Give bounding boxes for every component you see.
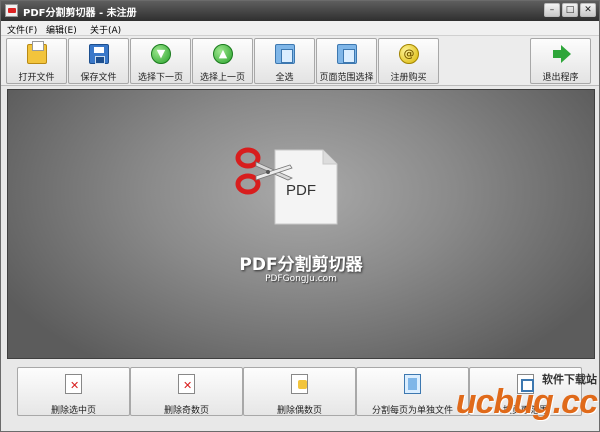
open-file-button[interactable]: 打开文件 [6,38,67,84]
site-watermark: 软件下载站 ucbug.cc [437,371,598,429]
menu-file[interactable]: 文件(F) [7,23,37,36]
save-file-button[interactable]: 保存文件 [68,38,129,84]
page-range-icon [337,44,357,64]
select-next-page-label: 选择下一页 [137,73,183,83]
menu-about[interactable]: 关于(A) [90,23,121,36]
brand-title: PDF分割剪切器 [239,255,363,275]
select-prev-page-label: 选择上一页 [199,73,245,83]
save-file-label: 保存文件 [80,73,117,83]
menu-bar: 文件(F) 编辑(E) 关于(A) [1,21,599,36]
exit-program-label: 退出程序 [542,73,579,83]
select-prev-page-button[interactable]: ▲ 选择上一页 [192,38,253,84]
toolbar: 打开文件 保存文件 ▼ 选择下一页 ▲ 选择上一页 全选 页面范围选择 @ 注册… [1,36,599,86]
page-range-select-button[interactable]: 页面范围选择 [316,38,377,84]
arrow-up-icon: ▲ [213,44,233,64]
select-next-page-button[interactable]: ▼ 选择下一页 [130,38,191,84]
select-all-label: 全选 [275,73,294,83]
delete-odd-pages-button[interactable]: 删除奇数页 [130,367,243,416]
brand-subtitle: PDFGongJu.com [265,274,337,284]
delete-odd-pages-icon [178,374,195,394]
title-bar[interactable]: PDF分割剪切器 - 未注册 – □ ✕ [1,1,599,21]
folder-open-icon [27,41,47,64]
open-file-label: 打开文件 [18,73,55,83]
register-buy-label: 注册购买 [390,73,427,83]
delete-even-pages-button[interactable]: 删除偶数页 [243,367,356,416]
document-view-area[interactable]: PDF PDF分割剪切器 PDFGongJu.com [7,89,595,359]
pdf-app-icon [5,4,18,17]
window-title: PDF分割剪切器 - 未注册 [23,8,137,19]
menu-edit[interactable]: 编辑(E) [46,23,77,36]
delete-odd-pages-label: 删除奇数页 [163,406,209,416]
delete-selected-page-button[interactable]: 删除选中页 [17,367,130,416]
exit-arrow-icon [551,44,571,64]
scissors-icon [235,147,293,195]
delete-page-icon [65,374,82,394]
minimize-button[interactable]: – [544,3,560,17]
maximize-button[interactable]: □ [562,3,578,17]
close-button[interactable]: ✕ [580,3,596,17]
split-pages-icon [404,374,421,394]
delete-even-pages-icon [291,374,308,394]
delete-even-pages-label: 删除偶数页 [276,406,322,416]
register-buy-button[interactable]: @ 注册购买 [378,38,439,84]
app-window: PDF分割剪切器 - 未注册 – □ ✕ 文件(F) 编辑(E) 关于(A) 打… [0,0,600,432]
select-all-button[interactable]: 全选 [254,38,315,84]
select-all-icon [275,44,295,64]
coin-icon: @ [399,44,419,64]
arrow-down-icon: ▼ [151,44,171,64]
page-range-select-label: 页面范围选择 [319,73,374,83]
exit-program-button[interactable]: 退出程序 [530,38,591,84]
save-disk-icon [89,44,109,64]
watermark-logo-text: ucbug.cc [455,383,598,421]
delete-selected-page-label: 删除选中页 [50,406,96,416]
